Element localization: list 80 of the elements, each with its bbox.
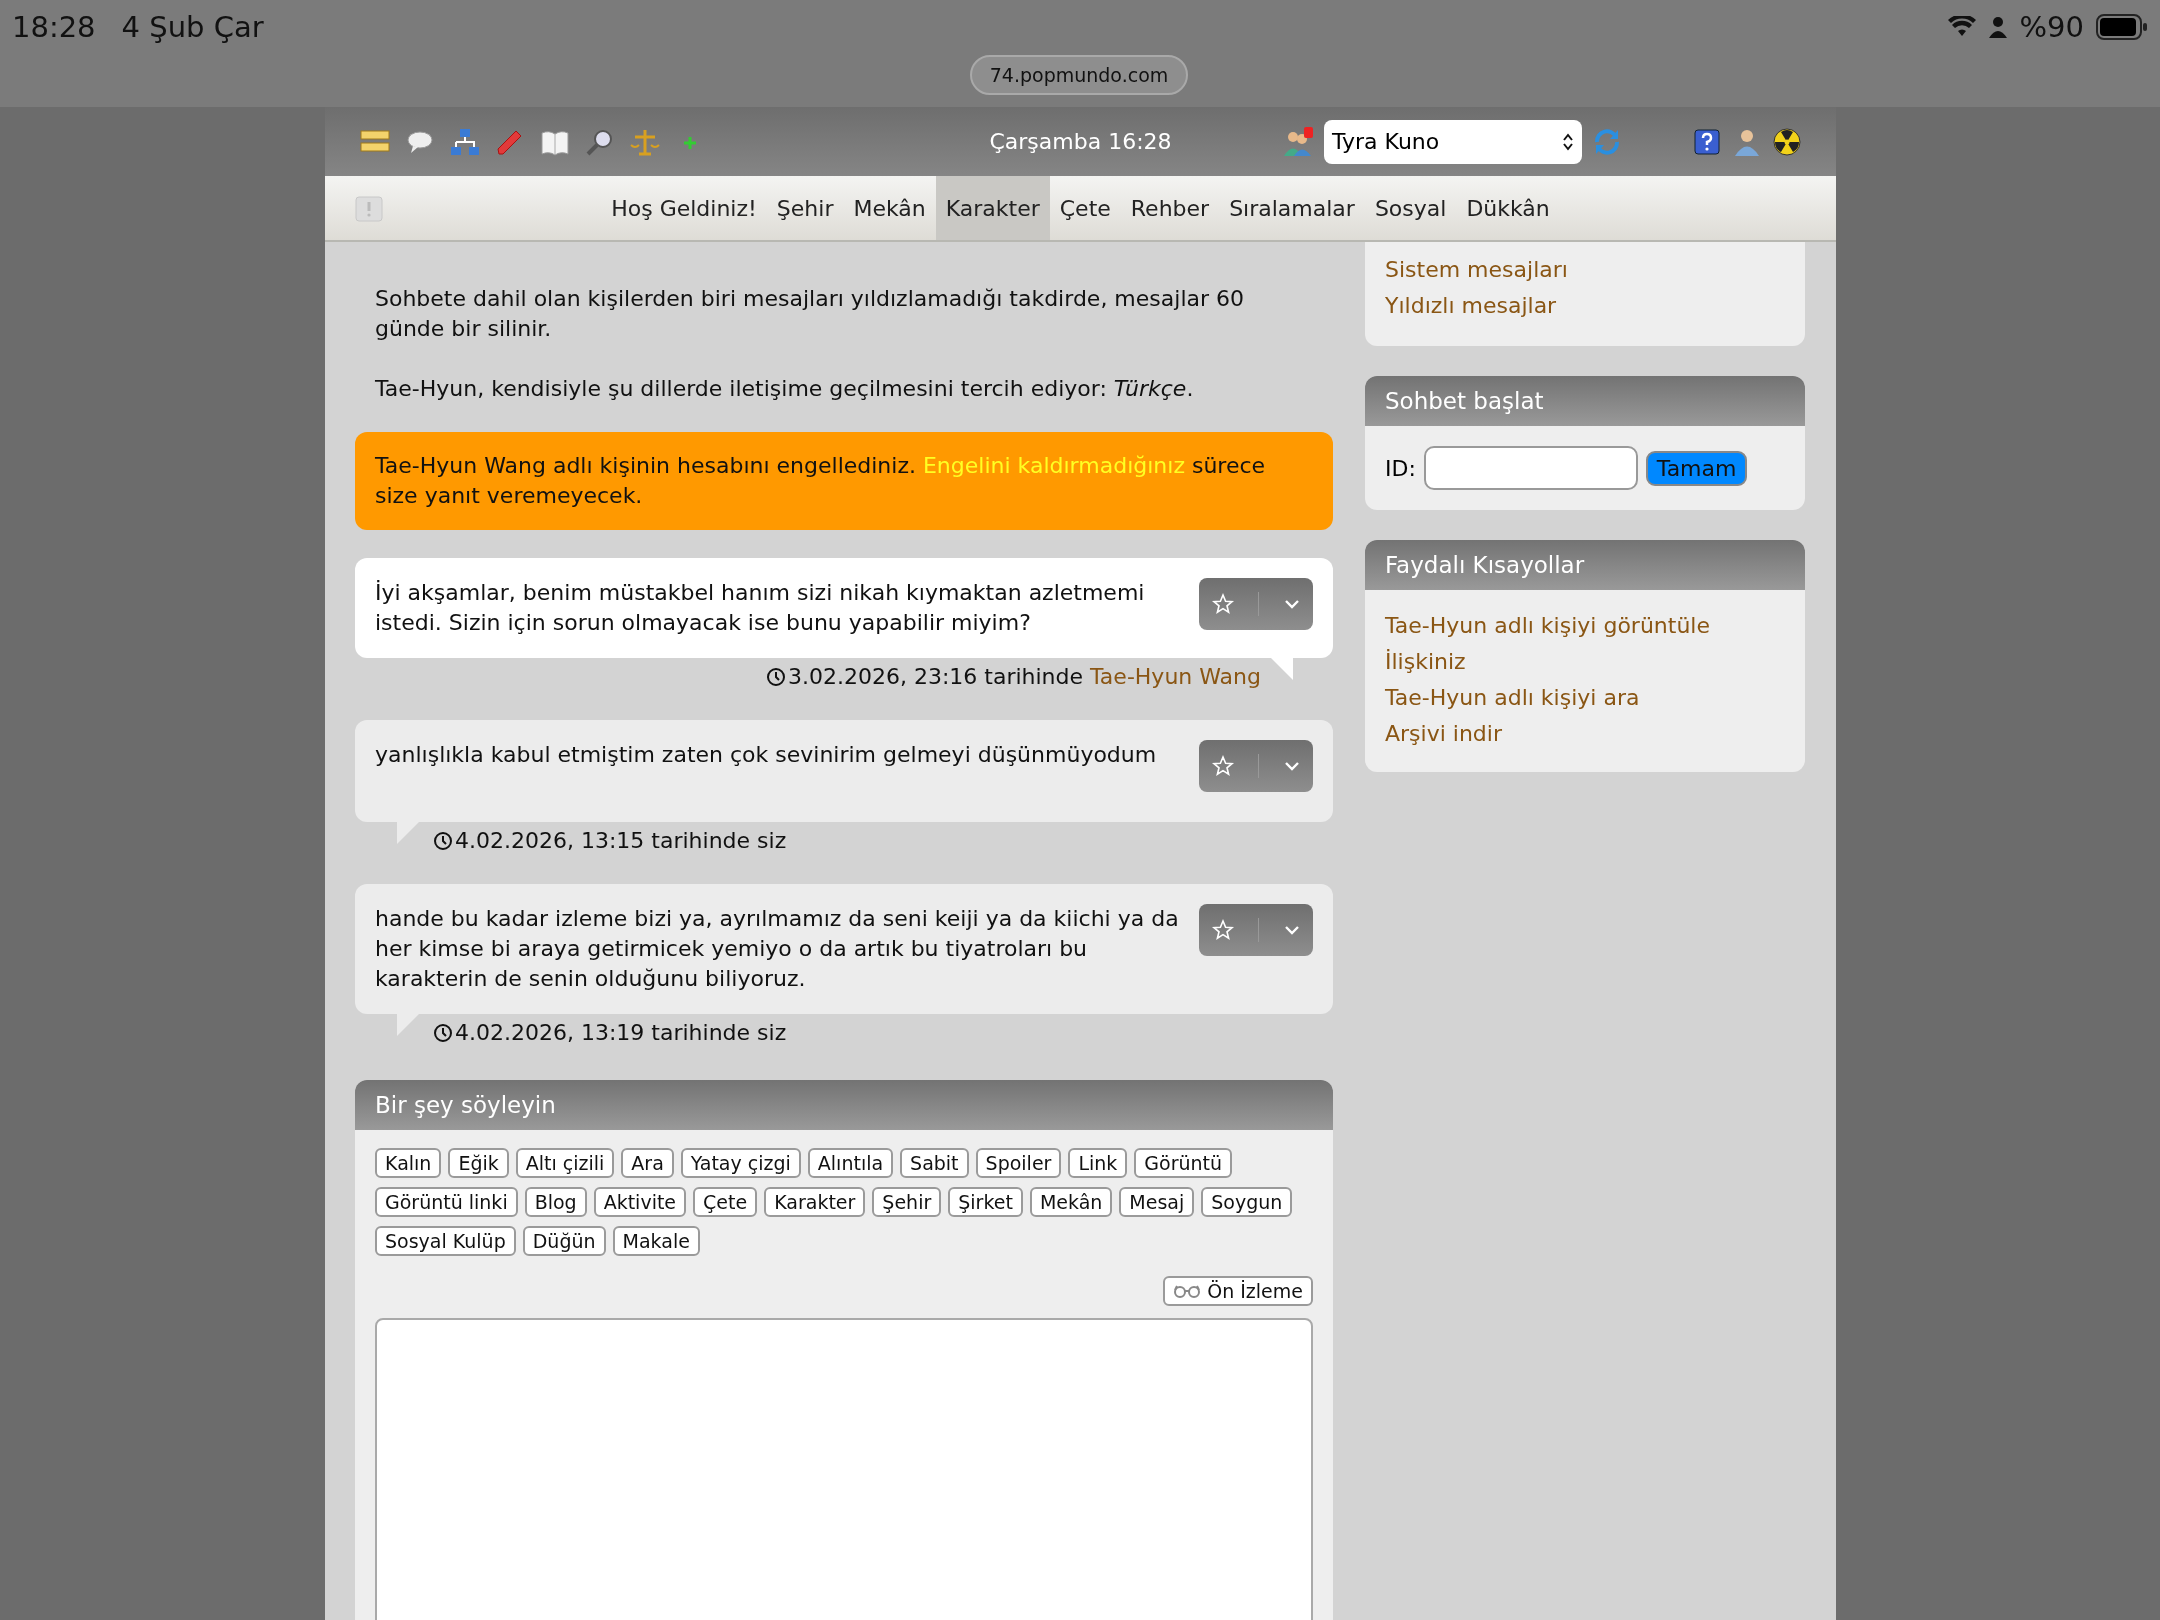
message-input[interactable] (375, 1318, 1313, 1620)
clock-icon (765, 667, 786, 687)
message-text: hande bu kadar izleme bizi ya, ayrılmamız da seni keiji ya da kiichi ya da her kimse bi araya getirmicek yemiyo o da artık bu tiyatroları bu karakterin de senin olduğunu biliyoruz. (375, 905, 1180, 993)
author-link[interactable]: Tae-Hyun Wang (1090, 664, 1261, 689)
format-button[interactable]: Görüntü (1134, 1148, 1233, 1178)
nav-tab[interactable]: Rehber (1120, 176, 1220, 240)
message-actions[interactable] (1199, 740, 1313, 792)
clock-icon (433, 1023, 453, 1043)
message-meta: 4.02.2026, 13:15 tarihinde siz (455, 827, 787, 855)
shortcut-link[interactable]: Tae-Hyun adlı kişiyi ara (1385, 680, 1785, 716)
help-icon[interactable] (1692, 126, 1722, 157)
date-time: Çarşamba 16:28 (989, 129, 1172, 154)
updown-icon (1562, 131, 1574, 152)
format-button[interactable]: Sosyal Kulüp (375, 1226, 516, 1256)
battery-icon (2096, 14, 2148, 40)
people-icon[interactable] (1282, 126, 1314, 157)
glasses-icon (1173, 1284, 1202, 1298)
message-actions[interactable] (1199, 904, 1313, 956)
person-icon (1987, 16, 2008, 38)
nav-tab[interactable]: Hoş Geldiniz! (601, 176, 767, 240)
message-meta: 4.02.2026, 13:19 tarihinde siz (455, 1019, 787, 1047)
nav-tab[interactable]: Mekân (843, 176, 936, 240)
id-label: ID: (1385, 455, 1416, 481)
info-paragraph: Tae-Hyun, kendisiyle şu dillerde iletişime geçilmesini tercih ediyor: Türkçe. (375, 375, 1195, 403)
id-field[interactable] (1423, 446, 1638, 490)
star-icon[interactable] (1210, 592, 1235, 616)
shortcut-link[interactable]: Tae-Hyun adlı kişiyi görüntüle (1385, 608, 1785, 644)
radiation-icon[interactable] (1772, 126, 1802, 157)
format-button[interactable]: Spoiler (975, 1148, 1062, 1178)
nav-tab[interactable]: Dükkân (1456, 176, 1560, 240)
format-button[interactable]: Makale (612, 1226, 700, 1256)
ok-button[interactable]: Tamam (1645, 450, 1748, 486)
star-icon[interactable] (1210, 754, 1235, 778)
format-button[interactable]: Çete (693, 1187, 758, 1217)
format-button[interactable]: Ara (621, 1148, 674, 1178)
status-date: 4 Şub Çar (121, 10, 264, 44)
format-button[interactable]: Altı çizili (515, 1148, 615, 1178)
wifi-icon (1947, 16, 1976, 38)
blocked-alert: Tae-Hyun Wang adlı kişinin hesabını engellediniz. Engelini kaldırmadığınız sürece size yanıt veremeyecek. (355, 432, 1333, 530)
format-button[interactable]: Düğün (522, 1226, 606, 1256)
info-paragraph: Sohbete dahil olan kişilerden biri mesajları yıldızlamadığı takdirde, mesajlar 60 günde bir silinir. (375, 285, 1246, 343)
format-button[interactable]: Yatay çizgi (680, 1148, 801, 1178)
star-icon[interactable] (1210, 918, 1235, 942)
format-button[interactable]: Görüntü linki (375, 1187, 518, 1217)
panel-header: Faydalı Kısayollar (1365, 540, 1805, 590)
sidebar-link[interactable]: Yıldızlı mesajlar (1385, 288, 1785, 324)
format-button[interactable]: Blog (524, 1187, 587, 1217)
nav-tab[interactable]: Sosyal (1364, 176, 1457, 240)
format-button[interactable]: Alıntıla (807, 1148, 894, 1178)
shortcut-link[interactable]: İlişkiniz (1385, 644, 1785, 680)
url-field[interactable]: 74.popmundo.com (970, 55, 1188, 95)
message-text: İyi akşamlar, benim müstakbel hanım sizi nikah kıymaktan azletmemi istedi. Sizin için sorun olmayacak ise bunu yapabilir miyim? (375, 579, 1146, 637)
nav-tab[interactable]: Karakter (935, 176, 1050, 240)
format-button[interactable]: Soygun (1201, 1187, 1293, 1217)
format-button[interactable]: Mekân (1029, 1187, 1113, 1217)
format-button[interactable]: Karakter (764, 1187, 866, 1217)
format-button[interactable]: Mesaj (1119, 1187, 1195, 1217)
message-meta: 3.02.2026, 23:16 tarihinde Tae-Hyun Wang (787, 663, 1261, 691)
status-time: 18:28 (12, 10, 96, 44)
format-button[interactable]: Link (1068, 1148, 1128, 1178)
character-select[interactable]: Tyra Kuno (1324, 119, 1582, 164)
preview-button[interactable]: Ön İzleme (1163, 1276, 1313, 1306)
sidebar-link[interactable]: Sistem mesajları (1385, 252, 1785, 288)
nav-tab[interactable]: Şehir (766, 176, 844, 240)
message-text: yanlışlıkla kabul etmiştim zaten çok sevinirim gelmeyi düşünmüyodum (375, 741, 1158, 769)
clock-icon (433, 831, 453, 851)
format-button[interactable]: Şehir (872, 1187, 942, 1217)
nav-tab[interactable]: Çete (1049, 176, 1121, 240)
format-button[interactable]: Sabit (900, 1148, 969, 1178)
format-button[interactable]: Kalın (375, 1148, 442, 1178)
shortcut-link[interactable]: Arşivi indir (1385, 716, 1785, 752)
message-actions[interactable] (1199, 578, 1313, 630)
format-button[interactable]: Şirket (948, 1187, 1023, 1217)
nav-tab[interactable]: Sıralamalar (1219, 176, 1365, 240)
battery-level: %90 (2019, 10, 2084, 44)
format-button[interactable]: Aktivite (593, 1187, 687, 1217)
panel-header: Bir şey söyleyin (355, 1080, 1333, 1130)
hierarchy-icon[interactable] (449, 126, 481, 157)
format-button[interactable]: Eğik (448, 1148, 509, 1178)
panel-header: Sohbet başlat (1365, 376, 1805, 426)
